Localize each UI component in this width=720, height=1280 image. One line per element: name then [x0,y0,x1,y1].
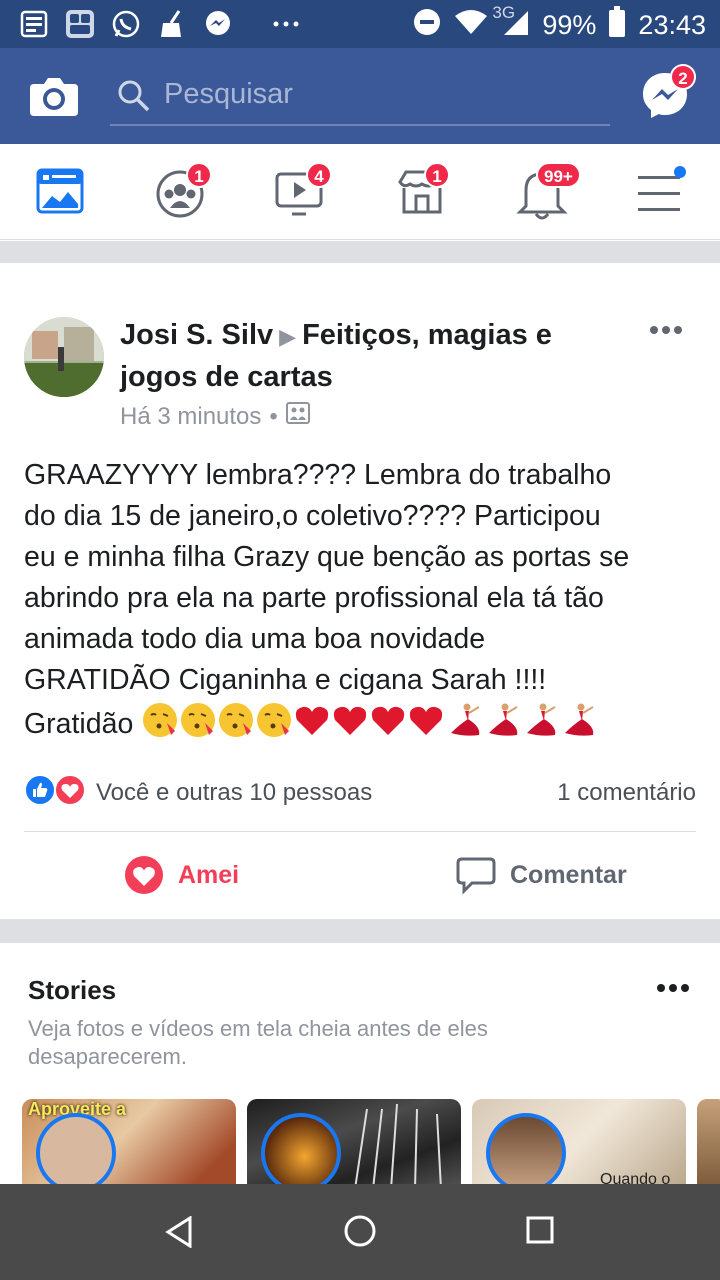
reaction-icons [24,773,90,814]
search-placeholder: Pesquisar [164,78,293,110]
facebook-header: Pesquisar 2 [0,48,720,144]
reactions-summary[interactable]: Você e outras 10 pessoas 1 comentário [24,771,696,811]
news-icon [18,8,50,40]
love-label: Amei [178,860,240,889]
story-card[interactable]: Quando o [472,1099,686,1189]
camera-icon[interactable] [28,70,80,122]
comments-count[interactable]: 1 comentário [557,779,696,807]
stories-title: Stories [28,975,117,1005]
hamburger-menu-icon [638,166,686,211]
reactions-text: Você e outras 10 pessoas [96,779,373,806]
signal-icon: 3G [492,3,530,44]
feed-separator-2 [0,919,720,943]
dnd-icon [412,7,442,44]
post-meta: Há 3 minutos • [120,401,310,432]
story-avatar [36,1113,116,1189]
kissing-face-emoji [219,703,254,737]
tab-watch[interactable]: 4 [274,162,334,220]
tab-notifications[interactable]: 99+ [516,162,581,220]
comment-label: Comentar [510,860,627,889]
tab-news-feed[interactable] [36,166,96,220]
feed-separator [0,241,720,263]
post-divider [24,831,696,832]
kissing-face-emoji [181,703,216,737]
groups-badge: 1 [186,162,212,188]
post-time[interactable]: Há 3 minutos [120,403,261,431]
post-options-icon[interactable] [648,323,684,341]
arrow-right-icon: ▶ [279,324,297,349]
kissing-face-emoji [257,703,292,737]
red-heart-emoji [296,706,329,735]
post-author-line[interactable]: Josi S. Silv ▶ Feitiços, magias e jogos de… [120,315,620,397]
watch-badge: 4 [306,162,332,188]
messenger-badge: 2 [670,64,696,90]
comment-icon [456,857,496,895]
dancer-emoji [527,703,556,736]
story-avatar [261,1113,341,1189]
android-nav-bar [0,1184,720,1280]
battery-icon [608,6,626,45]
love-button[interactable]: Amei [124,855,239,895]
home-icon[interactable] [343,1214,377,1253]
comment-button[interactable]: Comentar [456,855,627,895]
group-audience-icon [285,401,310,432]
status-bar: 3G 99% 23:43 [0,0,720,48]
tab-marketplace[interactable]: 1 [396,162,456,220]
red-heart-emoji [334,706,367,735]
tab-bar: 1 4 1 99+ [0,144,720,240]
story-card[interactable] [247,1099,461,1189]
dancer-emoji [489,703,518,736]
back-icon[interactable] [164,1215,194,1253]
clock: 23:43 [638,10,706,40]
love-icon [125,856,163,894]
more-dots-icon [270,8,302,40]
tab-menu[interactable] [636,166,696,220]
dancer-emoji [451,703,480,736]
post-text: GRAAZYYYY lembra???? Lembra do trabalho … [24,459,630,740]
kissing-face-emoji [143,703,178,737]
wifi-icon [454,8,488,43]
messenger-button[interactable]: 2 [640,64,696,120]
stories-options-icon[interactable] [656,981,690,999]
story-card[interactable]: Aproveite a [22,1099,236,1189]
marketplace-badge: 1 [424,162,450,188]
search-icon [116,78,152,119]
feed-post: Josi S. Silv ▶ Feitiços, magias e jogos de… [0,263,720,919]
author-name[interactable]: Josi S. Silv [120,319,273,351]
messenger-icon [202,8,234,40]
author-avatar[interactable] [24,317,104,397]
stories-section: Stories Veja fotos e vídeos em tela chei… [0,943,720,1189]
red-heart-emoji [410,706,443,735]
gallery-icon [64,8,96,40]
news-feed-icon [36,168,84,214]
battery-percent: 99% [542,10,597,40]
search-input[interactable]: Pesquisar [110,66,610,126]
emoji-row [141,703,597,740]
notifications-badge: 99+ [536,162,581,188]
cleaner-icon [156,8,188,40]
whatsapp-icon [110,8,142,40]
story-avatar [486,1113,566,1189]
recents-icon[interactable] [526,1216,554,1249]
red-heart-emoji [372,706,405,735]
tab-groups[interactable]: 1 [154,162,214,220]
stories-subtitle: Veja fotos e vídeos em tela cheia antes … [28,1016,488,1069]
story-card[interactable] [697,1099,720,1189]
dancer-emoji [565,703,594,736]
